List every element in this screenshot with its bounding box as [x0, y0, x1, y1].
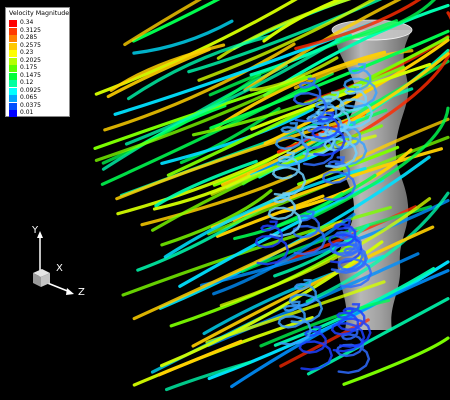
legend-swatch — [9, 110, 17, 117]
3d-viewport[interactable]: Velocity Magnitude 0.34 0.3125 0.285 0.2575… — [0, 0, 450, 400]
axis-triad: Y X Z — [20, 225, 90, 305]
axis-y-label: Y — [32, 225, 39, 236]
axis-x-label: X — [56, 263, 63, 274]
axis-z-label: Z — [78, 287, 85, 298]
streamline — [169, 242, 354, 328]
legend-value: 0.01 — [20, 109, 34, 116]
velocity-legend: Velocity Magnitude 0.34 0.3125 0.285 0.2575… — [5, 7, 70, 117]
legend-title: Velocity Magnitude — [9, 10, 70, 17]
legend-entry: 0.01 — [9, 109, 69, 117]
